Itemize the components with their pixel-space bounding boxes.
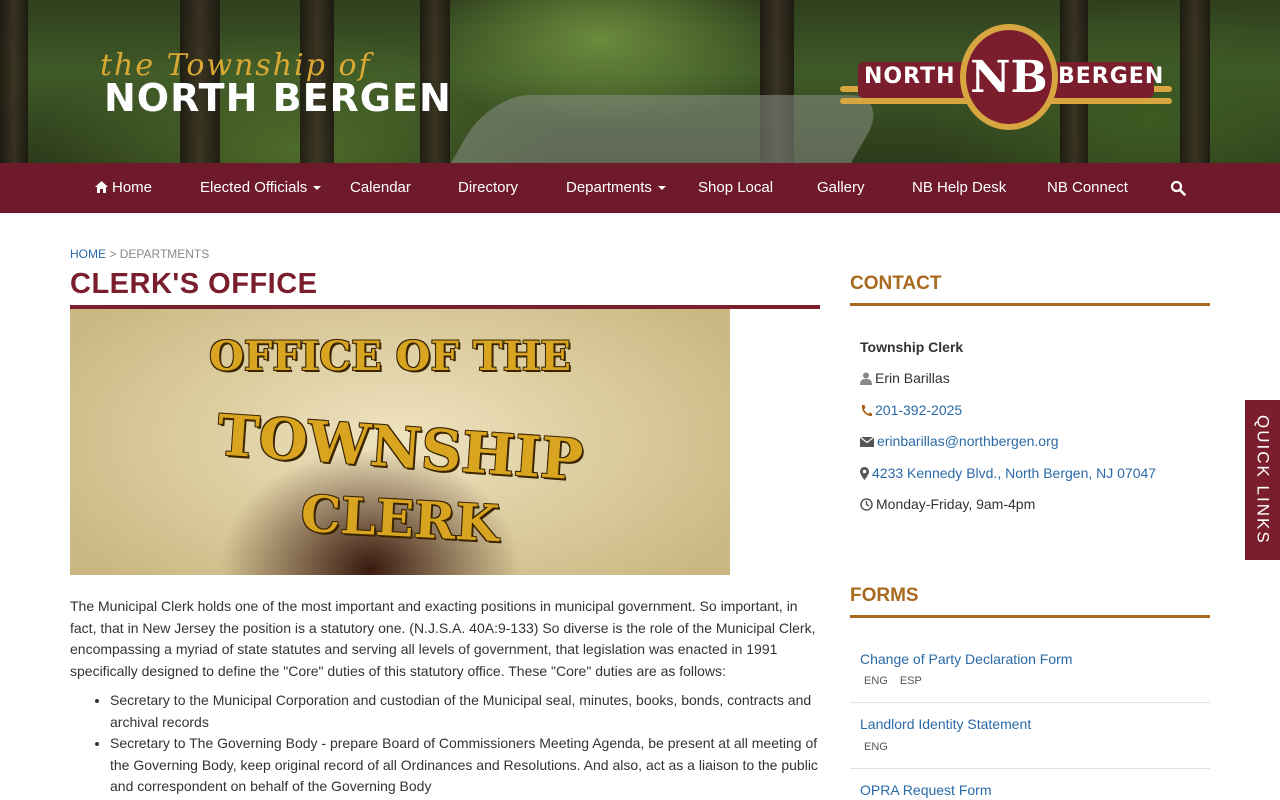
breadcrumb-current: DEPARTMENTS	[119, 247, 210, 261]
nav-label: Calendar	[350, 179, 411, 196]
main-nav: Home Elected Officials Calendar Director…	[0, 163, 1280, 213]
nav-item-elected-officials[interactable]: Elected Officials	[200, 163, 322, 213]
chevron-down-icon	[657, 186, 666, 191]
nav-item-calendar[interactable]: Calendar	[350, 163, 411, 213]
phone-icon	[861, 404, 872, 416]
site-logo-title[interactable]: NORTH BERGEN	[104, 76, 452, 120]
nav-label: Elected Officials	[200, 179, 308, 196]
list-item: Landlord Identity Statement ENG	[850, 703, 1210, 769]
nav-label: Gallery	[817, 179, 865, 196]
contact-title: Township Clerk	[860, 339, 964, 355]
breadcrumb: HOME > DEPARTMENTS	[70, 247, 209, 261]
search-icon[interactable]	[1170, 180, 1186, 196]
list-item: Secretary to the Municipal Corporation a…	[110, 690, 820, 733]
nav-item-directory[interactable]: Directory	[458, 163, 518, 213]
contact-name: Erin Barillas	[875, 370, 950, 386]
list-item: OPRA Request Form	[850, 769, 1210, 800]
duties-list: Secretary to the Municipal Corporation a…	[110, 690, 820, 798]
contact-name-row: Erin Barillas	[860, 370, 950, 386]
form-tag-eng[interactable]: ENG	[864, 741, 888, 753]
nav-item-home[interactable]: Home	[95, 163, 152, 213]
nav-label: Departments	[566, 179, 652, 196]
contact-address-row: 4233 Kennedy Blvd., North Bergen, NJ 070…	[860, 465, 1156, 481]
envelope-icon	[860, 436, 874, 447]
nav-label: Home	[112, 179, 153, 196]
forms-heading: FORMS	[850, 585, 1210, 618]
nav-item-departments[interactable]: Departments	[566, 163, 666, 213]
hero-text-line: OFFICE OF THE	[209, 333, 571, 380]
list-item: Secretary to The Governing Body - prepar…	[110, 733, 820, 798]
tree-trunk	[1180, 0, 1210, 163]
form-link-change-of-party[interactable]: Change of Party Declaration Form	[860, 651, 1072, 667]
contact-email-link[interactable]: erinbarillas@northbergen.org	[877, 433, 1059, 449]
user-icon	[860, 372, 872, 385]
contact-hours-row: Monday-Friday, 9am-4pm	[860, 496, 1035, 512]
form-link-landlord-identity[interactable]: Landlord Identity Statement	[860, 716, 1031, 732]
form-tag-eng[interactable]: ENG	[864, 675, 888, 687]
nav-label: NB Connect	[1047, 179, 1128, 196]
contact-heading: CONTACT	[850, 273, 1210, 306]
intro-paragraph: The Municipal Clerk holds one of the mos…	[70, 598, 816, 679]
nav-label: NB Help Desk	[912, 179, 1007, 196]
badge-word-right: BERGEN	[1058, 64, 1165, 89]
page-title: CLERK'S OFFICE	[70, 268, 820, 309]
form-language-tags: ENG	[864, 741, 900, 753]
quick-links-tab[interactable]: QUICK LINKS	[1245, 400, 1280, 560]
badge-word-left: NORTH	[864, 64, 956, 89]
contact-email-row: erinbarillas@northbergen.org	[860, 433, 1059, 449]
map-marker-icon	[860, 466, 869, 480]
clock-icon	[860, 497, 873, 511]
clerk-hero-image: OFFICE OF THE TOWNSHIP CLERK	[70, 309, 730, 575]
nav-item-shop-local[interactable]: Shop Local	[698, 163, 773, 213]
breadcrumb-home-link[interactable]: HOME	[70, 247, 106, 261]
form-tag-esp[interactable]: ESP	[900, 675, 922, 687]
nav-item-nb-help-desk[interactable]: NB Help Desk	[912, 163, 1006, 213]
quick-links-label: QUICK LINKS	[1253, 415, 1273, 545]
contact-hours: Monday-Friday, 9am-4pm	[876, 496, 1036, 512]
form-link-opra-request[interactable]: OPRA Request Form	[860, 782, 992, 798]
park-path	[449, 95, 891, 163]
list-item: Change of Party Declaration Form ENG ESP	[850, 640, 1210, 703]
contact-phone-link[interactable]: 201-392-2025	[875, 402, 962, 418]
form-language-tags: ENG ESP	[864, 675, 934, 687]
nav-label: Shop Local	[698, 179, 774, 196]
nav-label: Directory	[458, 179, 519, 196]
nb-badge-logo: NORTH BERGEN NB	[840, 24, 1172, 130]
contact-address-link[interactable]: 4233 Kennedy Blvd., North Bergen, NJ 070…	[872, 465, 1156, 481]
breadcrumb-separator: >	[109, 247, 117, 261]
home-icon	[95, 181, 108, 193]
header-banner: the Township of NORTH BERGEN NORTH BERGE…	[0, 0, 1280, 163]
tree-trunk	[0, 0, 28, 163]
contact-phone-row: 201-392-2025	[860, 402, 962, 418]
nav-item-nb-connect[interactable]: NB Connect	[1047, 163, 1128, 213]
badge-monogram: NB	[960, 24, 1058, 130]
nav-item-gallery[interactable]: Gallery	[817, 163, 865, 213]
chevron-down-icon	[313, 186, 322, 191]
